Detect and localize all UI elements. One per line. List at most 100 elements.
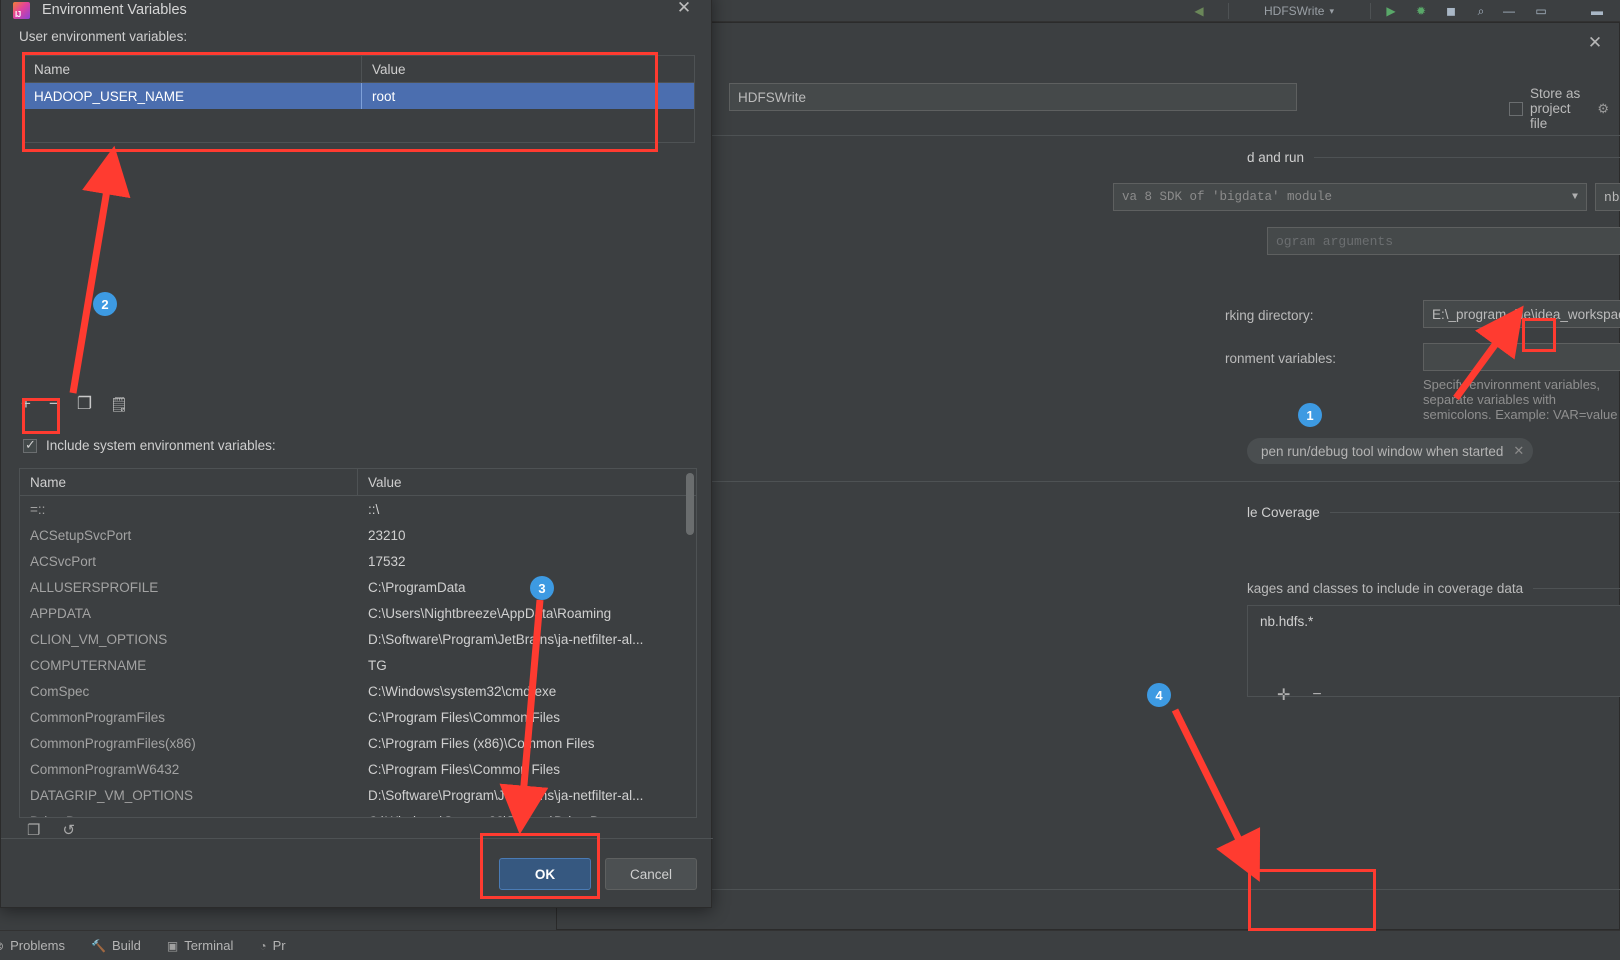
system-var-name: APPDATA [30, 605, 92, 621]
table-row[interactable]: ComSpec C:\Windows\system32\cmd.exe [20, 678, 696, 704]
gear-icon[interactable]: ⚙ [1597, 101, 1609, 117]
table-row[interactable]: CommonProgramFiles C:\Program Files\Commo… [20, 704, 696, 730]
include-system-environment-variables-row[interactable]: Include system environment variables: [23, 437, 276, 453]
copy-all-icon[interactable]: ❐ [27, 821, 40, 839]
run-dialog-titlebar: ✕ [557, 23, 1619, 61]
chip-label: pen run/debug tool window when started [1261, 443, 1504, 459]
close-icon[interactable]: ✕ [673, 0, 695, 19]
env-dialog-ok-button[interactable]: OK [499, 858, 591, 890]
intellij-idea-logo-icon [13, 1, 30, 19]
reset-icon[interactable]: ↺ [62, 821, 75, 839]
maximize-icon[interactable]: ▭ [1532, 2, 1550, 20]
table-row[interactable]: HADOOP_USER_NAME root [24, 83, 694, 109]
include-system-checkbox[interactable] [23, 437, 37, 453]
system-var-name: DATAGRIP_VM_OPTIONS [30, 787, 194, 803]
run-icon[interactable]: ▶ [1382, 2, 1400, 20]
store-as-project-file-label: Store as project file [1530, 86, 1581, 131]
environment-variables-input[interactable] [1423, 343, 1620, 371]
run-debug-configurations-dialog: ✕ ne: HDFSWrite Store as project file ⚙ … [556, 22, 1620, 930]
table-row[interactable]: COMPUTERNAME TG [20, 652, 696, 678]
name-input[interactable]: HDFSWrite [729, 83, 1297, 111]
system-var-value: C:\Users\Nightbreeze\AppData\Roaming [368, 605, 612, 621]
chevron-down-icon: ▼ [1571, 191, 1578, 203]
close-icon[interactable]: ✕ [1513, 443, 1524, 459]
env-dialog-buttons: OK Cancel [499, 858, 697, 890]
system-table-scrollbar[interactable] [686, 473, 694, 535]
store-as-project-file-checkbox[interactable] [1509, 101, 1523, 116]
build-hammer-icon: 🔨 [90, 938, 106, 953]
status-item-problems[interactable]: ⊗ Problems [0, 938, 65, 953]
coverage-pattern-item[interactable]: nb.hdfs.* [1248, 606, 1620, 629]
working-directory-value: E:\_program_file\idea_workspace\bigdata [1432, 306, 1620, 322]
table-row[interactable]: CommonProgramW6432 C:\Program Files\Commo… [20, 756, 696, 782]
env-dialog-cancel-button[interactable]: Cancel [605, 858, 697, 890]
user-table-header-value: Value [372, 61, 406, 77]
table-row[interactable]: CLION_VM_OPTIONS D:\Software\Program\JetB… [20, 626, 696, 652]
close-window-icon[interactable]: ▬ [1588, 2, 1606, 20]
system-var-name: CLION_VM_OPTIONS [30, 631, 168, 647]
status-item-terminal[interactable]: ▣ Terminal [167, 938, 233, 953]
system-table-header: Name Value [20, 469, 696, 496]
profiler-icon: ◔ [259, 938, 267, 953]
table-row[interactable]: DATAGRIP_VM_OPTIONS D:\Software\Program\J… [20, 782, 696, 808]
toolbar-divider-2 [1370, 3, 1371, 19]
system-environment-variables-table[interactable]: Name Value =::::\ACSetupSvcPort 23210ACSv… [19, 468, 697, 818]
coverage-rule [1329, 511, 1620, 513]
close-icon[interactable]: ✕ [1585, 33, 1605, 53]
minimize-icon[interactable]: — [1500, 2, 1518, 20]
table-row[interactable]: ALLUSERSPROFILE C:\ProgramData [20, 574, 696, 600]
header-rule [1314, 156, 1620, 158]
search-everywhere-icon[interactable]: ⌕ [1472, 2, 1490, 20]
system-var-value: 23210 [368, 527, 406, 543]
user-environment-variables-table[interactable]: Name Value HADOOP_USER_NAME root [23, 55, 695, 143]
table-row[interactable]: DriverDataC:\Windows\System32\Drivers\Dr… [20, 808, 696, 818]
system-var-value: 17532 [368, 553, 406, 569]
add-pattern-icon[interactable]: ✛ [1277, 685, 1290, 705]
system-var-value: C:\Program Files (x86)\Common Files [368, 735, 595, 751]
open-run-debug-tool-window-chip[interactable]: pen run/debug tool window when started ✕ [1247, 438, 1534, 464]
working-directory-input[interactable]: E:\_program_file\idea_workspace\bigdata … [1423, 300, 1620, 328]
status-item-build[interactable]: 🔨 Build [91, 938, 141, 953]
back-icon[interactable]: ◀ [1190, 2, 1208, 20]
stop-icon[interactable]: ◼ [1442, 2, 1460, 20]
jre-select[interactable]: va 8 SDK of 'bigdata' module ▼ [1113, 183, 1587, 211]
run-configuration-selector[interactable]: HDFSWrite ▾ [1238, 1, 1360, 21]
table-row[interactable]: APPDATA C:\Users\Nightbreeze\AppData\Roam… [20, 600, 696, 626]
working-directory-label: rking directory: [1225, 308, 1314, 323]
system-table-header-name: Name [20, 469, 358, 495]
table-row[interactable]: =::::\ [20, 496, 696, 522]
status-item-profiler[interactable]: ◔ Pr [259, 938, 285, 953]
terminal-icon: ▣ [166, 938, 179, 953]
system-table-rows[interactable]: =::::\ ACSetupSvcPort 23210 ACSvcPort 17532 A… [20, 496, 696, 818]
copy-icon[interactable]: ❐ [77, 395, 92, 412]
main-class-value: nb.hdfs.HDFSWrite [1604, 189, 1620, 205]
status-item-terminal-label: Terminal [184, 938, 234, 953]
coverage-pattern-list[interactable]: nb.hdfs.* [1247, 605, 1620, 697]
system-var-name: CommonProgramFiles(x86) [30, 735, 196, 751]
debug-icon[interactable]: ✹ [1412, 2, 1430, 20]
add-icon[interactable]: + [21, 395, 31, 412]
table-row[interactable]: ACSvcPort 17532 [20, 548, 696, 574]
env-dialog-bottom-toolbar: ❐ ↺ [27, 821, 75, 839]
coverage-subrule [1533, 588, 1620, 589]
system-var-name: ACSetupSvcPort [30, 527, 132, 543]
system-var-name: ALLUSERSPROFILE [30, 579, 159, 595]
remove-icon[interactable]: − [49, 395, 59, 412]
code-coverage-title: le Coverage [1247, 504, 1320, 520]
env-dialog-title: Environment Variables [42, 2, 187, 18]
store-as-project-file-row[interactable]: Store as project file ⚙ [1509, 86, 1609, 131]
main-class-input[interactable]: nb.hdfs.HDFSWrite ▤ [1595, 183, 1620, 211]
table-row[interactable]: ACSetupSvcPort 23210 [20, 522, 696, 548]
system-var-value: TG [368, 657, 387, 673]
env-divider-above-buttons [1, 838, 713, 839]
paste-icon[interactable]: 🗒 [110, 397, 128, 411]
program-arguments-input[interactable]: ogram arguments ▤ ⤢ [1267, 227, 1620, 255]
divider-above-buttons [557, 889, 1620, 890]
table-row[interactable]: CommonProgramFiles(x86) C:\Program Files … [20, 730, 696, 756]
divider-above-coverage [557, 481, 1620, 482]
chevron-down-icon: ▾ [1329, 5, 1334, 16]
environment-variables-label: ronment variables: [1225, 351, 1337, 366]
system-var-name: =:: [30, 501, 46, 517]
remove-pattern-icon[interactable]: − [1312, 686, 1321, 704]
environment-variables-dialog: Environment Variables ✕ User environment… [0, 0, 713, 908]
